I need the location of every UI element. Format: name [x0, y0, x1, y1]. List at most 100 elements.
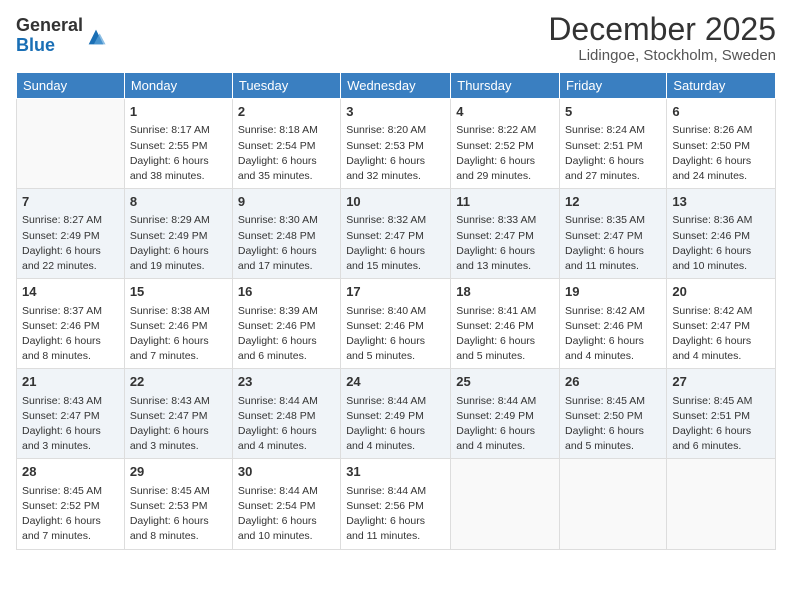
day-number: 8: [130, 193, 227, 211]
day-number: 12: [565, 193, 661, 211]
day-number: 29: [130, 463, 227, 481]
day-number: 21: [22, 373, 119, 391]
table-row: 10Sunrise: 8:32 AM Sunset: 2:47 PM Dayli…: [341, 189, 451, 279]
table-row: 2 Sunrise: 8:18 AM Sunset: 2:54 PM Daylig…: [232, 99, 340, 189]
table-row: 8Sunrise: 8:29 AM Sunset: 2:49 PM Daylig…: [124, 189, 232, 279]
day-number: 15: [130, 283, 227, 301]
day-number: 26: [565, 373, 661, 391]
calendar-table: Sunday Monday Tuesday Wednesday Thursday…: [16, 72, 776, 549]
day-info: Sunrise: 8:24 AM Sunset: 2:51 PM Dayligh…: [565, 123, 661, 184]
day-info: Sunrise: 8:32 AM Sunset: 2:47 PM Dayligh…: [346, 213, 445, 274]
day-number: 5: [565, 103, 661, 121]
day-number: 23: [238, 373, 335, 391]
location: Lidingoe, Stockholm, Sweden: [548, 47, 776, 64]
table-row: [451, 459, 560, 549]
table-row: 23 Sunrise: 8:44 AM Sunset: 2:48 PM Dayli…: [232, 369, 340, 459]
table-row: 13 Sunrise: 8:36 AM Sunset: 2:46 PM Dayli…: [667, 189, 776, 279]
table-row: 11 Sunrise: 8:33 AM Sunset: 2:47 PM Dayli…: [451, 189, 560, 279]
day-info: Sunrise: 8:44 AM Sunset: 2:54 PM Dayligh…: [238, 484, 335, 545]
day-info: Sunrise: 8:26 AM Sunset: 2:50 PM Dayligh…: [672, 123, 770, 184]
day-info: Sunrise: 8:45 AM Sunset: 2:53 PM Dayligh…: [130, 484, 227, 545]
table-row: 7Sunrise: 8:27 AM Sunset: 2:49 PM Daylig…: [17, 189, 125, 279]
table-row: 3Sunrise: 8:20 AM Sunset: 2:53 PM Daylig…: [341, 99, 451, 189]
table-row: 18Sunrise: 8:41 AM Sunset: 2:46 PM Dayli…: [451, 279, 560, 369]
day-info: Sunrise: 8:43 AM Sunset: 2:47 PM Dayligh…: [22, 394, 119, 455]
day-number: 11: [456, 193, 554, 211]
day-info: Sunrise: 8:41 AM Sunset: 2:46 PM Dayligh…: [456, 304, 554, 365]
logo-blue: Blue: [16, 36, 83, 56]
table-row: 4 Sunrise: 8:22 AM Sunset: 2:52 PM Daylig…: [451, 99, 560, 189]
day-info: Sunrise: 8:44 AM Sunset: 2:48 PM Dayligh…: [238, 394, 335, 455]
table-row: 28 Sunrise: 8:45 AM Sunset: 2:52 PM Dayli…: [17, 459, 125, 549]
day-info: Sunrise: 8:40 AM Sunset: 2:46 PM Dayligh…: [346, 304, 445, 365]
table-row: 21 Sunrise: 8:43 AM Sunset: 2:47 PM Dayli…: [17, 369, 125, 459]
table-row: 16 Sunrise: 8:39 AM Sunset: 2:46 PM Dayli…: [232, 279, 340, 369]
title-block: December 2025 Lidingoe, Stockholm, Swede…: [548, 12, 776, 64]
table-row: 26 Sunrise: 8:45 AM Sunset: 2:50 PM Dayli…: [560, 369, 667, 459]
day-number: 4: [456, 103, 554, 121]
day-number: 24: [346, 373, 445, 391]
day-number: 14: [22, 283, 119, 301]
day-info: Sunrise: 8:37 AM Sunset: 2:46 PM Dayligh…: [22, 304, 119, 365]
day-info: Sunrise: 8:45 AM Sunset: 2:52 PM Dayligh…: [22, 484, 119, 545]
day-number: 16: [238, 283, 335, 301]
day-number: 20: [672, 283, 770, 301]
logo: General Blue: [16, 16, 107, 56]
week-row-4: 21 Sunrise: 8:43 AM Sunset: 2:47 PM Dayli…: [17, 369, 776, 459]
logo-general: General: [16, 16, 83, 36]
week-row-1: 1 Sunrise: 8:17 AM Sunset: 2:55 PM Daylig…: [17, 99, 776, 189]
table-row: 20 Sunrise: 8:42 AM Sunset: 2:47 PM Dayli…: [667, 279, 776, 369]
table-row: 19 Sunrise: 8:42 AM Sunset: 2:46 PM Dayli…: [560, 279, 667, 369]
day-info: Sunrise: 8:44 AM Sunset: 2:49 PM Dayligh…: [456, 394, 554, 455]
header-sunday: Sunday: [17, 73, 125, 99]
day-info: Sunrise: 8:36 AM Sunset: 2:46 PM Dayligh…: [672, 213, 770, 274]
table-row: 17Sunrise: 8:40 AM Sunset: 2:46 PM Dayli…: [341, 279, 451, 369]
day-info: Sunrise: 8:39 AM Sunset: 2:46 PM Dayligh…: [238, 304, 335, 365]
week-row-3: 14 Sunrise: 8:37 AM Sunset: 2:46 PM Dayli…: [17, 279, 776, 369]
day-number: 2: [238, 103, 335, 121]
day-info: Sunrise: 8:42 AM Sunset: 2:47 PM Dayligh…: [672, 304, 770, 365]
day-info: Sunrise: 8:44 AM Sunset: 2:56 PM Dayligh…: [346, 484, 445, 545]
table-row: 24Sunrise: 8:44 AM Sunset: 2:49 PM Dayli…: [341, 369, 451, 459]
day-number: 25: [456, 373, 554, 391]
table-row: [667, 459, 776, 549]
week-row-5: 28 Sunrise: 8:45 AM Sunset: 2:52 PM Dayli…: [17, 459, 776, 549]
day-number: 1: [130, 103, 227, 121]
day-info: Sunrise: 8:45 AM Sunset: 2:50 PM Dayligh…: [565, 394, 661, 455]
day-number: 9: [238, 193, 335, 211]
day-number: 3: [346, 103, 445, 121]
page-container: General Blue December 2025 Lidingoe, Sto…: [0, 0, 792, 558]
day-number: 27: [672, 373, 770, 391]
day-info: Sunrise: 8:45 AM Sunset: 2:51 PM Dayligh…: [672, 394, 770, 455]
table-row: 14 Sunrise: 8:37 AM Sunset: 2:46 PM Dayli…: [17, 279, 125, 369]
weekday-header-row: Sunday Monday Tuesday Wednesday Thursday…: [17, 73, 776, 99]
table-row: 15Sunrise: 8:38 AM Sunset: 2:46 PM Dayli…: [124, 279, 232, 369]
header: General Blue December 2025 Lidingoe, Sto…: [16, 12, 776, 64]
day-number: 7: [22, 193, 119, 211]
table-row: [560, 459, 667, 549]
table-row: 27 Sunrise: 8:45 AM Sunset: 2:51 PM Dayli…: [667, 369, 776, 459]
day-number: 19: [565, 283, 661, 301]
day-number: 31: [346, 463, 445, 481]
table-row: 6Sunrise: 8:26 AM Sunset: 2:50 PM Daylig…: [667, 99, 776, 189]
day-number: 28: [22, 463, 119, 481]
day-info: Sunrise: 8:18 AM Sunset: 2:54 PM Dayligh…: [238, 123, 335, 184]
table-row: 29 Sunrise: 8:45 AM Sunset: 2:53 PM Dayli…: [124, 459, 232, 549]
logo-text: General Blue: [16, 16, 83, 56]
table-row: 12Sunrise: 8:35 AM Sunset: 2:47 PM Dayli…: [560, 189, 667, 279]
header-friday: Friday: [560, 73, 667, 99]
day-info: Sunrise: 8:42 AM Sunset: 2:46 PM Dayligh…: [565, 304, 661, 365]
day-info: Sunrise: 8:17 AM Sunset: 2:55 PM Dayligh…: [130, 123, 227, 184]
table-row: 25 Sunrise: 8:44 AM Sunset: 2:49 PM Dayli…: [451, 369, 560, 459]
table-row: 22Sunrise: 8:43 AM Sunset: 2:47 PM Dayli…: [124, 369, 232, 459]
day-info: Sunrise: 8:33 AM Sunset: 2:47 PM Dayligh…: [456, 213, 554, 274]
day-info: Sunrise: 8:22 AM Sunset: 2:52 PM Dayligh…: [456, 123, 554, 184]
header-wednesday: Wednesday: [341, 73, 451, 99]
table-row: 1 Sunrise: 8:17 AM Sunset: 2:55 PM Daylig…: [124, 99, 232, 189]
day-info: Sunrise: 8:43 AM Sunset: 2:47 PM Dayligh…: [130, 394, 227, 455]
day-number: 13: [672, 193, 770, 211]
day-number: 30: [238, 463, 335, 481]
month-title: December 2025: [548, 12, 776, 47]
table-row: 30 Sunrise: 8:44 AM Sunset: 2:54 PM Dayli…: [232, 459, 340, 549]
header-tuesday: Tuesday: [232, 73, 340, 99]
